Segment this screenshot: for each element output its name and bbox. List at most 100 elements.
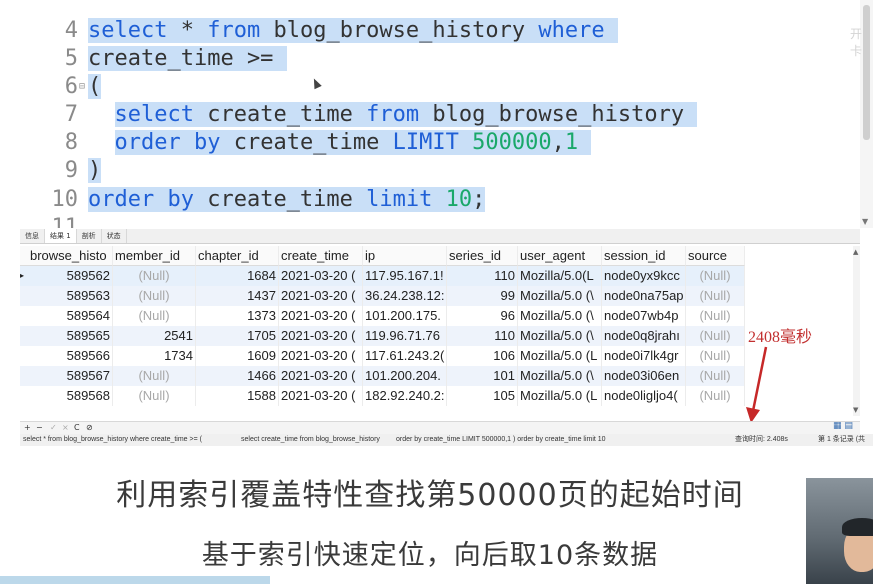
refresh-button[interactable]: C <box>74 422 80 434</box>
table-cell[interactable]: 101.200.204. <box>363 366 447 386</box>
table-cell[interactable]: 99 <box>447 286 518 306</box>
column-header[interactable]: source <box>686 246 745 266</box>
table-cell[interactable]: 1734 <box>113 346 196 366</box>
table-cell[interactable]: 2021-03-20 ( <box>279 306 363 326</box>
column-header[interactable]: member_id <box>113 246 196 266</box>
table-cell[interactable]: 1705 <box>196 326 279 346</box>
table-cell[interactable]: 119.96.71.76 <box>363 326 447 346</box>
table-row[interactable]: 589567 (Null) 1466 2021-03-20 (101.200.204.… <box>20 366 745 386</box>
table-cell[interactable]: 2541 <box>113 326 196 346</box>
column-header[interactable]: browse_histo <box>28 246 113 266</box>
table-cell[interactable]: 106 <box>447 346 518 366</box>
scroll-down-icon[interactable]: ▼ <box>853 406 858 414</box>
table-cell[interactable]: Mozilla/5.0 (L <box>518 386 602 406</box>
table-cell[interactable]: 101.200.175. <box>363 306 447 326</box>
table-cell[interactable]: 2021-03-20 ( <box>279 326 363 346</box>
table-cell[interactable]: 105 <box>447 386 518 406</box>
table-row[interactable]: 589565 2541 1705 2021-03-20 (119.96.71.76 11… <box>20 326 745 346</box>
table-cell[interactable]: 1684 <box>196 266 279 286</box>
table-cell[interactable]: (Null) <box>113 386 196 406</box>
result-grid[interactable]: browse_histo member_id chapter_id create_ti… <box>20 246 860 416</box>
table-cell[interactable]: 110 <box>447 326 518 346</box>
column-header[interactable]: create_time <box>279 246 363 266</box>
table-cell[interactable]: 589564 <box>28 306 113 326</box>
table-cell[interactable]: (Null) <box>686 366 745 386</box>
table-cell[interactable]: 2021-03-20 ( <box>279 286 363 306</box>
table-cell[interactable]: (Null) <box>113 366 196 386</box>
table-cell[interactable]: 1437 <box>196 286 279 306</box>
table-cell[interactable]: 2021-03-20 ( <box>279 366 363 386</box>
table-row[interactable]: 589563 (Null) 1437 2021-03-20 (36.24.238.12… <box>20 286 745 306</box>
tab-3[interactable]: 状态 <box>102 229 127 243</box>
table-cell[interactable]: (Null) <box>113 286 196 306</box>
table-cell[interactable]: Mozilla/5.0 (\ <box>518 326 602 346</box>
table-row[interactable]: 589564 (Null) 1373 2021-03-20 (101.200.175.… <box>20 306 745 326</box>
table-cell[interactable]: 117.61.243.2( <box>363 346 447 366</box>
table-cell[interactable]: 589563 <box>28 286 113 306</box>
table-cell[interactable]: 589562 <box>28 266 113 286</box>
table-cell[interactable]: (Null) <box>686 326 745 346</box>
table-cell[interactable]: (Null) <box>686 346 745 366</box>
table-cell[interactable]: 96 <box>447 306 518 326</box>
table-cell[interactable]: Mozilla/5.0 (\ <box>518 366 602 386</box>
tab-1[interactable]: 结果 1 <box>45 229 77 243</box>
table-cell[interactable]: 117.95.167.1! <box>363 266 447 286</box>
table-cell[interactable]: 589568 <box>28 386 113 406</box>
table-cell[interactable]: node07wb4p <box>602 306 686 326</box>
table-row[interactable]: 589568 (Null) 1588 2021-03-20 (182.92.240.2… <box>20 386 745 406</box>
scroll-down-icon[interactable]: ▼ <box>862 217 868 226</box>
form-view-icon[interactable]: ▤ <box>844 421 853 431</box>
table-row[interactable]: 589566 1734 1609 2021-03-20 (117.61.243.2(1… <box>20 346 745 366</box>
table-cell[interactable]: (Null) <box>686 306 745 326</box>
table-cell[interactable]: node0na75ap <box>602 286 686 306</box>
column-header[interactable]: chapter_id <box>196 246 279 266</box>
table-cell[interactable]: 589567 <box>28 366 113 386</box>
grid-view-icon[interactable]: ▦ <box>833 421 842 431</box>
apply-button[interactable]: ✓ <box>50 422 57 434</box>
table-cell[interactable]: 1373 <box>196 306 279 326</box>
table-row[interactable]: ▸ 589562 (Null) 1684 2021-03-20 (117.95.167.… <box>20 266 745 286</box>
row-marker[interactable] <box>20 286 28 306</box>
table-cell[interactable]: 36.24.238.12: <box>363 286 447 306</box>
table-cell[interactable]: 101 <box>447 366 518 386</box>
table-cell[interactable]: node0yx9kcc <box>602 266 686 286</box>
table-cell[interactable]: 1466 <box>196 366 279 386</box>
tab-2[interactable]: 剖析 <box>77 229 102 243</box>
table-cell[interactable]: 110 <box>447 266 518 286</box>
table-cell[interactable]: 1609 <box>196 346 279 366</box>
add-row-button[interactable]: + <box>24 422 31 434</box>
current-row-pointer-icon[interactable]: ▸ <box>20 266 28 286</box>
table-cell[interactable]: 589566 <box>28 346 113 366</box>
stop-button[interactable]: ⊘ <box>86 422 93 434</box>
row-marker[interactable] <box>20 366 28 386</box>
row-marker[interactable] <box>20 346 28 366</box>
delete-row-button[interactable]: − <box>36 422 43 434</box>
column-header[interactable]: ip <box>363 246 447 266</box>
column-header[interactable]: session_id <box>602 246 686 266</box>
table-cell[interactable]: node0i7lk4gr <box>602 346 686 366</box>
table-cell[interactable]: node03i06en <box>602 366 686 386</box>
table-cell[interactable]: node0ligljo4( <box>602 386 686 406</box>
table-cell[interactable]: (Null) <box>686 386 745 406</box>
table-cell[interactable]: Mozilla/5.0(L <box>518 266 602 286</box>
fold-toggle-icon[interactable]: ⊟ <box>79 73 85 101</box>
row-marker[interactable] <box>20 306 28 326</box>
column-header[interactable]: user_agent <box>518 246 602 266</box>
table-cell[interactable]: node0q8jrahı <box>602 326 686 346</box>
scroll-up-icon[interactable]: ▲ <box>853 248 858 256</box>
table-cell[interactable]: (Null) <box>113 266 196 286</box>
table-cell[interactable]: 2021-03-20 ( <box>279 386 363 406</box>
table-cell[interactable]: (Null) <box>686 266 745 286</box>
table-cell[interactable]: 182.92.240.2: <box>363 386 447 406</box>
column-header[interactable]: series_id <box>447 246 518 266</box>
table-cell[interactable]: 2021-03-20 ( <box>279 266 363 286</box>
grid-vertical-scrollbar[interactable]: ▲ ▼ <box>853 246 860 416</box>
discard-button[interactable]: × <box>62 422 69 434</box>
table-cell[interactable]: 1588 <box>196 386 279 406</box>
row-marker[interactable] <box>20 386 28 406</box>
table-cell[interactable]: (Null) <box>113 306 196 326</box>
table-cell[interactable]: Mozilla/5.0 (\ <box>518 286 602 306</box>
table-cell[interactable]: 589565 <box>28 326 113 346</box>
table-cell[interactable]: 2021-03-20 ( <box>279 346 363 366</box>
sql-editor[interactable]: 3 4 select * from blog_browse_history wher… <box>0 0 860 228</box>
